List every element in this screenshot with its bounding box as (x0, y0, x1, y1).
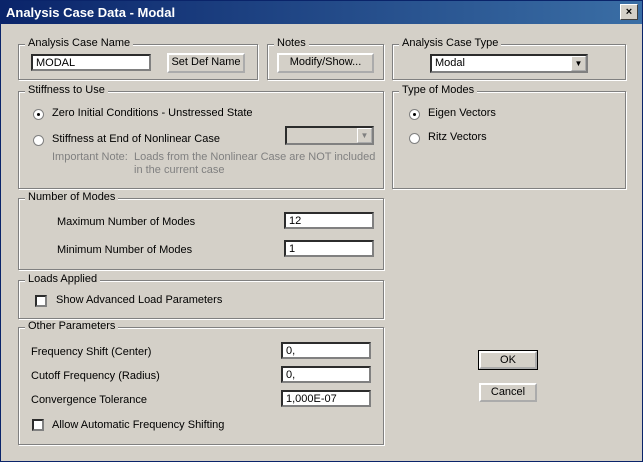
loads-applied-group: Loads Applied Show Advanced Load Paramet… (18, 273, 384, 319)
show-advanced-label: Show Advanced Load Parameters (56, 294, 223, 306)
number-of-modes-legend: Number of Modes (25, 191, 119, 203)
max-modes-label: Maximum Number of Modes (57, 216, 196, 228)
close-icon[interactable]: × (620, 4, 638, 20)
window-title: Analysis Case Data - Modal (6, 5, 176, 20)
modes-type-group: Type of Modes Eigen Vectors Ritz Vectors (392, 84, 626, 189)
dropdown-arrow-icon[interactable]: ▼ (571, 56, 586, 71)
important-note-line1: Loads from the Nonlinear Case are NOT in… (134, 151, 376, 163)
case-name-group: Analysis Case Name MODAL Set Def Name (18, 37, 258, 80)
analysis-case-dialog: Analysis Case Data - Modal × Analysis Ca… (0, 0, 643, 462)
cancel-button[interactable]: Cancel (479, 383, 537, 402)
loads-applied-legend: Loads Applied (25, 273, 101, 285)
important-note-line2: in the current case (134, 164, 225, 176)
case-type-group: Analysis Case Type Modal ▼ (392, 37, 626, 80)
other-parameters-group: Other Parameters Frequency Shift (Center… (18, 320, 384, 445)
min-modes-label: Minimum Number of Modes (57, 244, 193, 256)
stiffness-group: Stiffness to Use Zero Initial Conditions… (18, 84, 384, 189)
notes-legend: Notes (274, 37, 309, 49)
radio-ritz-vectors[interactable] (409, 133, 420, 144)
radio-zero-initial[interactable] (33, 109, 44, 120)
eigen-vectors-label: Eigen Vectors (428, 107, 496, 119)
cutoff-frequency-input[interactable]: 0, (281, 366, 371, 383)
number-of-modes-group: Number of Modes Maximum Number of Modes … (18, 191, 384, 270)
ritz-vectors-label: Ritz Vectors (428, 131, 487, 143)
ok-button[interactable]: OK (478, 350, 538, 370)
convergence-tolerance-label: Convergence Tolerance (31, 394, 147, 406)
auto-frequency-shift-checkbox[interactable] (32, 419, 44, 431)
important-note-label: Important Note: (52, 151, 128, 163)
modify-show-button[interactable]: Modify/Show... (277, 53, 374, 73)
radio-nonlinear-case[interactable] (33, 135, 44, 146)
auto-frequency-shift-label: Allow Automatic Frequency Shifting (52, 419, 225, 431)
convergence-tolerance-input[interactable]: 1,000E-07 (281, 390, 371, 407)
nonlinear-case-select[interactable]: ▼ (285, 126, 374, 145)
show-advanced-checkbox[interactable] (35, 295, 47, 307)
cutoff-frequency-label: Cutoff Frequency (Radius) (31, 370, 160, 382)
modes-type-legend: Type of Modes (399, 84, 478, 96)
min-modes-input[interactable]: 1 (284, 240, 374, 257)
notes-group: Notes Modify/Show... (267, 37, 384, 80)
stiffness-legend: Stiffness to Use (25, 84, 108, 96)
case-type-select[interactable]: Modal ▼ (430, 54, 588, 73)
case-name-input[interactable]: MODAL (31, 54, 151, 71)
dropdown-arrow-icon[interactable]: ▼ (357, 128, 372, 143)
frequency-shift-label: Frequency Shift (Center) (31, 346, 152, 358)
case-type-value: Modal (435, 57, 465, 69)
set-def-name-button[interactable]: Set Def Name (167, 53, 245, 73)
max-modes-input[interactable]: 12 (284, 212, 374, 229)
title-bar[interactable]: Analysis Case Data - Modal × (1, 1, 642, 24)
radio-eigen-vectors[interactable] (409, 109, 420, 120)
other-parameters-legend: Other Parameters (25, 320, 119, 332)
frequency-shift-input[interactable]: 0, (281, 342, 371, 359)
case-type-legend: Analysis Case Type (399, 37, 502, 49)
case-name-legend: Analysis Case Name (25, 37, 134, 49)
nonlinear-case-label: Stiffness at End of Nonlinear Case (52, 133, 220, 145)
zero-initial-label: Zero Initial Conditions - Unstressed Sta… (52, 107, 253, 119)
